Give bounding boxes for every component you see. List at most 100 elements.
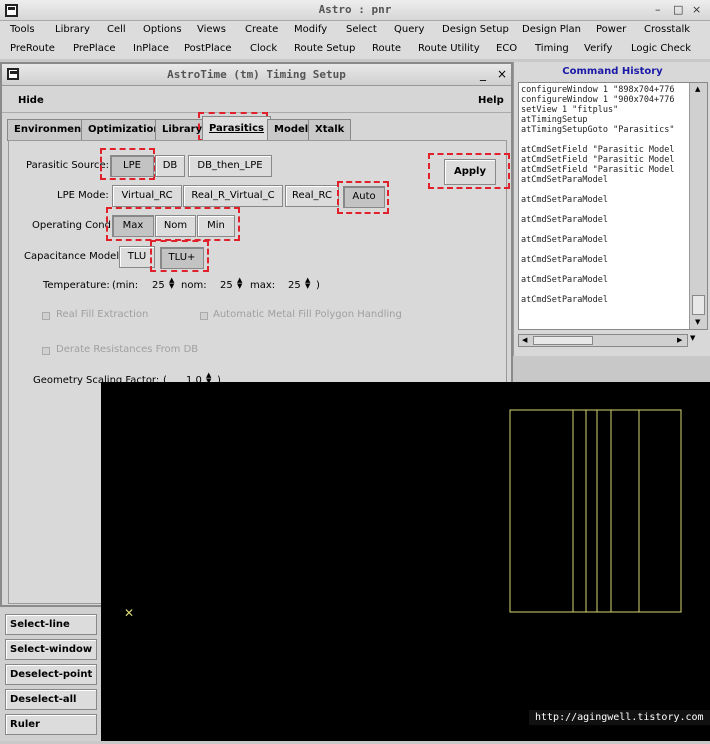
watermark: http://agingwell.tistory.com [529, 710, 710, 725]
scroll-right-icon[interactable]: ▶ [677, 336, 682, 344]
operating-cond-nom[interactable]: Nom [155, 215, 196, 237]
capacitance-model-tlu-plus[interactable]: TLU+ [160, 247, 204, 269]
scroll-down-icon[interactable]: ▼ [695, 318, 700, 326]
operating-cond-min[interactable]: Min [197, 215, 235, 237]
auto-metal-fill-label: Automatic Metal Fill Polygon Handling [213, 309, 402, 320]
deselect-point-button[interactable]: Deselect-point [5, 664, 97, 685]
flow-inplace[interactable]: InPlace [133, 43, 169, 54]
temperature-nom-value[interactable]: 25 [220, 280, 233, 291]
tab-xtalk[interactable]: Xtalk [308, 119, 352, 141]
history-line [521, 265, 687, 275]
temperature-max-spinner-icon[interactable]: ▲ ▼ [305, 277, 310, 290]
minimize-button[interactable]: – [655, 3, 661, 16]
flow-timing[interactable]: Timing [535, 43, 569, 54]
auto-metal-fill-checkbox[interactable] [200, 312, 208, 320]
tab-parasitics[interactable]: Parasitics [202, 116, 271, 141]
menu-query[interactable]: Query [394, 24, 424, 35]
menu-options[interactable]: Options [143, 24, 182, 35]
menu-power[interactable]: Power [596, 24, 626, 35]
menu-select[interactable]: Select [346, 24, 377, 35]
history-line: atTimingSetupGoto "Parasitics" [521, 125, 675, 135]
real-fill-label: Real Fill Extraction [56, 309, 149, 320]
history-line: atCmdSetParaModel [521, 275, 608, 285]
history-vertical-scrollbar[interactable]: ▲ ▼ [689, 83, 707, 329]
lpe-mode-real-r-virtual-c[interactable]: Real_R_Virtual_C [183, 185, 283, 207]
command-history-lines: configureWindow 1 "898x704+776 configureW… [521, 85, 687, 327]
lpe-mode-auto[interactable]: Auto [343, 186, 385, 208]
flow-route[interactable]: Route [372, 43, 401, 54]
scroll-left-icon[interactable]: ◀ [522, 336, 527, 344]
flow-postplace[interactable]: PostPlace [184, 43, 232, 54]
flow-route-setup[interactable]: Route Setup [294, 43, 355, 54]
select-window-button[interactable]: Select-window [5, 639, 97, 660]
flow-eco[interactable]: ECO [496, 43, 517, 54]
menu-bar-flow: PreRoute PrePlace InPlace PostPlace Clock Rou… [0, 40, 710, 59]
ruler-button[interactable]: Ruler [5, 714, 97, 735]
menu-design-setup[interactable]: Design Setup [442, 24, 509, 35]
menu-tools[interactable]: Tools [10, 24, 35, 35]
flow-verify[interactable]: Verify [584, 43, 612, 54]
maximize-button[interactable]: □ [673, 3, 683, 16]
real-fill-checkbox[interactable] [42, 312, 50, 320]
temperature-min-spinner-icon[interactable]: ▲ ▼ [169, 277, 174, 290]
flow-logic-check[interactable]: Logic Check [631, 43, 691, 54]
scroll-up-icon[interactable]: ▲ [695, 85, 700, 93]
layout-canvas[interactable]: ✕ http://agingwell.tistory.com [101, 382, 710, 741]
temperature-nom-spinner-icon[interactable]: ▲ ▼ [237, 277, 242, 290]
menu-modify[interactable]: Modify [294, 24, 327, 35]
parasitic-source-db-then-lpe[interactable]: DB_then_LPE [188, 155, 272, 177]
temperature-max-label: max: [250, 280, 276, 291]
dialog-close-button[interactable]: × [497, 67, 507, 81]
app-titlebar: Astro : pnr – □ × [0, 0, 710, 21]
history-line [521, 245, 687, 255]
layout-boundary [509, 409, 682, 613]
history-line: configureWindow 1 "898x704+776 [521, 85, 675, 95]
menu-create[interactable]: Create [245, 24, 278, 35]
select-line-button[interactable]: Select-line [5, 614, 97, 635]
hide-menu[interactable]: Hide [18, 95, 44, 106]
flow-preroute[interactable]: PreRoute [10, 43, 55, 54]
lpe-mode-label: LPE Mode: [57, 190, 109, 201]
temperature-max-value[interactable]: 25 [288, 280, 301, 291]
temperature-min-value[interactable]: 25 [152, 280, 165, 291]
history-horizontal-scrollbar[interactable]: ◀ ▶ [518, 334, 688, 347]
command-history-log[interactable]: configureWindow 1 "898x704+776 configureW… [518, 82, 708, 330]
menu-library[interactable]: Library [55, 24, 90, 35]
parasitic-source-lpe[interactable]: LPE [110, 155, 154, 177]
history-line: atCmdSetParaModel [521, 255, 608, 265]
operating-cond-max[interactable]: Max [112, 215, 154, 237]
history-line: atCmdSetParaModel [521, 175, 608, 185]
menu-design-plan[interactable]: Design Plan [522, 24, 581, 35]
help-menu[interactable]: Help [478, 95, 504, 106]
history-line: setView 1 "fitplus" [521, 105, 619, 115]
apply-button[interactable]: Apply [444, 159, 496, 185]
lpe-mode-virtual-rc[interactable]: Virtual_RC [112, 185, 182, 207]
layout-drawing: ✕ [124, 409, 682, 620]
command-history-panel: Command History configureWindow 1 "898x7… [513, 62, 710, 356]
scroll-down-corner-icon[interactable]: ▼ [690, 334, 695, 342]
command-history-title: Command History [562, 66, 663, 77]
flow-preplace[interactable]: PrePlace [73, 43, 116, 54]
history-hscroll-thumb[interactable] [533, 336, 593, 345]
cursor-marker-icon: ✕ [124, 606, 134, 620]
history-line [521, 285, 687, 295]
menu-crosstalk[interactable]: Crosstalk [644, 24, 690, 35]
close-button[interactable]: × [692, 3, 701, 16]
dialog-title: AstroTime (tm) Timing Setup [167, 68, 346, 81]
derate-checkbox[interactable] [42, 347, 50, 355]
dialog-minimize-button[interactable]: _ [480, 67, 486, 81]
temperature-nom-label: nom: [181, 280, 207, 291]
flow-route-utility[interactable]: Route Utility [418, 43, 480, 54]
temperature-min-label: (min: [112, 280, 139, 291]
temperature-label: Temperature: [43, 280, 110, 291]
history-vscroll-thumb[interactable] [692, 295, 705, 315]
menu-cell[interactable]: Cell [107, 24, 126, 35]
flow-clock[interactable]: Clock [250, 43, 277, 54]
parasitic-source-db[interactable]: DB [155, 155, 185, 177]
history-line [521, 225, 687, 235]
history-line: atCmdSetParaModel [521, 295, 608, 305]
app-title: Astro : pnr [318, 3, 392, 16]
deselect-all-button[interactable]: Deselect-all [5, 689, 97, 710]
lpe-mode-real-rc[interactable]: Real_RC [285, 185, 339, 207]
menu-views[interactable]: Views [197, 24, 226, 35]
